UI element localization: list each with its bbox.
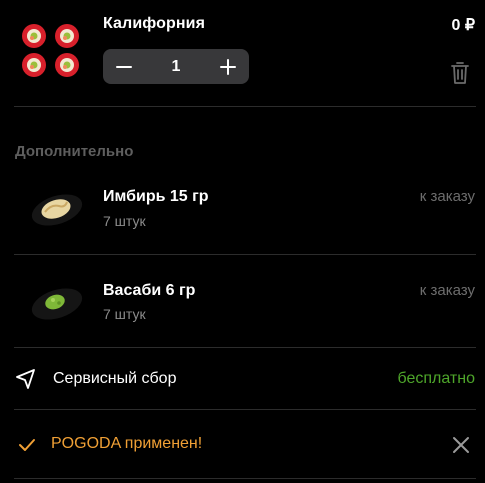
product-name: Калифорния: [103, 15, 206, 32]
wasabi-icon: [31, 288, 83, 320]
extra-quantity: 7 штук: [103, 306, 146, 322]
divider: [14, 106, 476, 107]
promo-status: POGODA применен!: [51, 435, 203, 452]
section-title: Дополнительно: [15, 143, 134, 160]
service-fee-label: Сервисный сбор: [53, 370, 177, 387]
divider: [14, 347, 476, 348]
divider: [14, 409, 476, 410]
list-item: Васаби 6 гр 7 штук к заказу: [0, 262, 485, 348]
navigation-arrow-icon: [16, 369, 35, 389]
ginger-icon: [31, 194, 83, 226]
product-image: [22, 24, 79, 77]
minus-icon: [116, 65, 132, 68]
quantity-stepper[interactable]: 1: [103, 49, 249, 84]
decrease-button[interactable]: [111, 54, 137, 80]
trash-icon[interactable]: [448, 60, 472, 86]
increase-button[interactable]: [215, 54, 241, 80]
checkmark-icon: [19, 439, 35, 451]
cart-item: Калифорния 0 ₽ 1: [0, 0, 485, 106]
extra-status: к заказу: [419, 188, 475, 205]
quantity-value: 1: [171, 57, 181, 75]
divider: [14, 254, 476, 255]
list-item: Имбирь 15 гр 7 штук к заказу: [0, 168, 485, 254]
divider: [14, 478, 476, 479]
extra-name: Васаби 6 гр: [103, 282, 196, 299]
extra-name: Имбирь 15 гр: [103, 188, 209, 205]
extra-status: к заказу: [419, 282, 475, 299]
plus-icon: [220, 58, 236, 75]
service-fee-value: бесплатно: [397, 370, 476, 387]
extra-quantity: 7 штук: [103, 213, 146, 229]
product-price: 0 ₽: [451, 17, 475, 34]
close-icon[interactable]: [451, 435, 471, 455]
